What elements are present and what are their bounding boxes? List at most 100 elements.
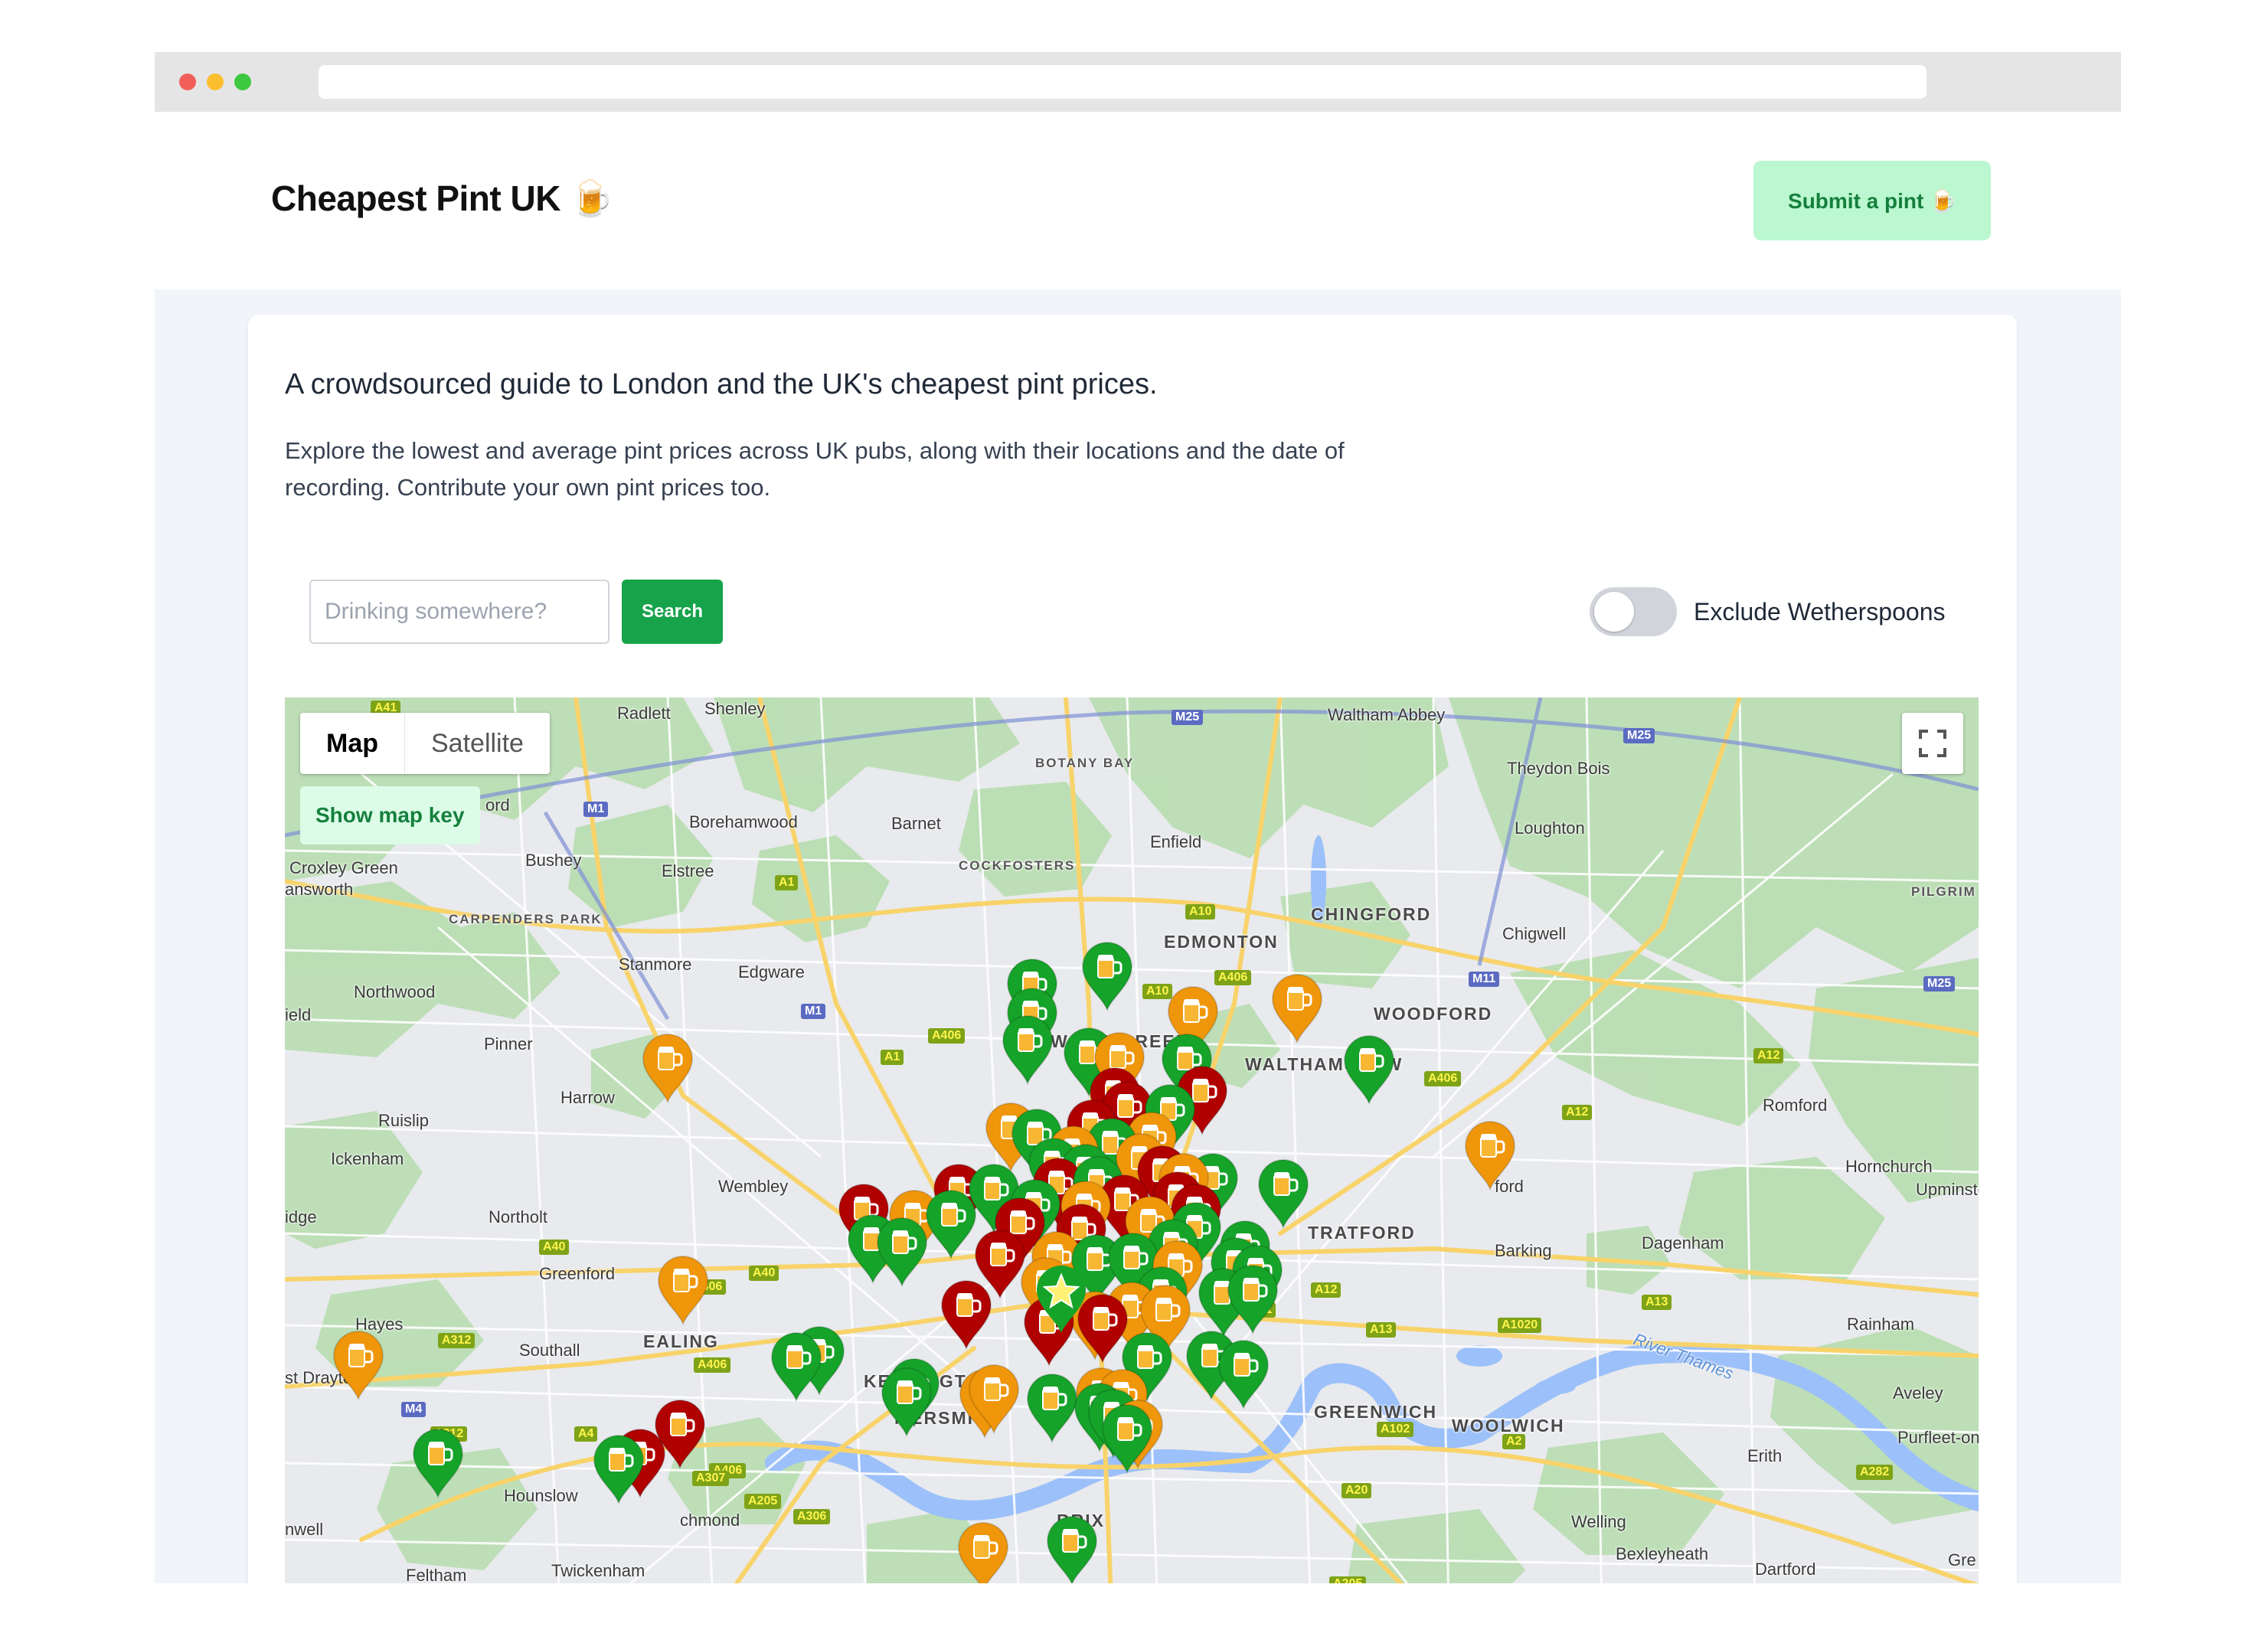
road-shield: A406 xyxy=(928,1028,966,1044)
map-place-label: Loughton xyxy=(1515,818,1585,838)
beer-marker-icon xyxy=(1101,1404,1153,1474)
pub-marker[interactable] xyxy=(1462,1120,1518,1191)
road-shield: A1 xyxy=(881,1050,904,1065)
pub-marker[interactable] xyxy=(1100,1403,1155,1474)
map-place-label: BOTANY BAY xyxy=(1035,756,1135,770)
map-place-label: Rainham xyxy=(1847,1315,1915,1334)
highlighted-marker[interactable] xyxy=(1034,1264,1089,1334)
map-place-label: Wembley xyxy=(718,1177,789,1196)
map-place-label: Hornchurch xyxy=(1845,1157,1933,1176)
pub-marker[interactable] xyxy=(640,1033,695,1103)
pub-marker[interactable] xyxy=(923,1189,979,1259)
pub-marker[interactable] xyxy=(1080,941,1135,1011)
map-type-control: Map Satellite xyxy=(300,713,550,774)
beer-marker-icon xyxy=(1343,1035,1395,1105)
pub-map[interactable]: Radlett Shenley Waltham Abbey Theydon Bois B… xyxy=(285,697,1979,1583)
road-shield: A13 xyxy=(1642,1295,1672,1310)
show-map-key-button[interactable]: Show map key xyxy=(300,786,480,844)
submit-pint-button[interactable]: Submit a pint 🍺 xyxy=(1753,161,1991,240)
beer-marker-icon xyxy=(642,1034,694,1103)
close-window-button[interactable] xyxy=(179,73,196,90)
pub-marker[interactable] xyxy=(410,1428,466,1498)
map-place-label: Gre xyxy=(1948,1550,1976,1570)
road-shield: A205 xyxy=(1329,1576,1367,1583)
beer-marker-icon xyxy=(876,1217,928,1287)
road-shield: A1 xyxy=(775,875,799,890)
road-shield: A40 xyxy=(539,1240,570,1255)
map-place-label: Chigwell xyxy=(1502,924,1567,943)
beer-marker-icon xyxy=(1046,1516,1098,1583)
main-card: A crowdsourced guide to London and the U… xyxy=(248,315,2017,1583)
pub-marker[interactable] xyxy=(1000,1014,1055,1085)
site-title[interactable]: Cheapest Pint UK 🍺 xyxy=(271,178,614,220)
road-shield: A306 xyxy=(793,1509,831,1524)
map-place-label: Dagenham xyxy=(1642,1233,1724,1253)
map-place-label: Upminster xyxy=(1916,1180,1979,1199)
pub-marker[interactable] xyxy=(956,1521,1011,1583)
map-place-label: nwell xyxy=(285,1520,324,1539)
pub-marker[interactable] xyxy=(1342,1034,1397,1105)
pub-marker[interactable] xyxy=(1044,1515,1100,1583)
fullscreen-button[interactable] xyxy=(1902,713,1963,774)
main-content: A crowdsourced guide to London and the U… xyxy=(155,289,2121,1583)
exclude-wetherspoons-label[interactable]: Exclude Wetherspoons xyxy=(1694,598,1945,626)
pub-marker[interactable] xyxy=(591,1434,646,1504)
pub-marker[interactable] xyxy=(331,1330,386,1400)
pub-marker[interactable] xyxy=(939,1279,994,1350)
pub-marker[interactable] xyxy=(966,1364,1021,1434)
map-place-label: WOOLWICH xyxy=(1452,1416,1565,1436)
exclude-wetherspoons-toggle[interactable] xyxy=(1590,587,1677,636)
map-place-label: COCKFOSTERS xyxy=(959,858,1076,873)
map-place-label: Theydon Bois xyxy=(1507,759,1610,778)
map-place-label: Waltham Abbey xyxy=(1328,705,1446,724)
road-shield: A40 xyxy=(749,1266,779,1281)
intro-headline: A crowdsourced guide to London and the U… xyxy=(285,368,1158,400)
road-shield: A406 xyxy=(1424,1071,1462,1086)
map-place-label: Northolt xyxy=(489,1207,548,1227)
map-place-label: GREENWICH xyxy=(1314,1402,1438,1422)
road-shield: A12 xyxy=(1311,1282,1342,1298)
pub-marker[interactable] xyxy=(1225,1264,1280,1334)
pub-marker[interactable] xyxy=(879,1367,934,1437)
road-shield: A282 xyxy=(1856,1465,1894,1480)
beer-marker-icon xyxy=(925,1190,977,1259)
pub-marker[interactable] xyxy=(1256,1158,1311,1229)
search-input[interactable] xyxy=(309,580,609,644)
map-place-label: Bushey xyxy=(525,851,582,870)
map-place-label: ield xyxy=(285,1005,312,1024)
road-shield: M4 xyxy=(401,1402,426,1417)
map-place-label: Erith xyxy=(1747,1446,1783,1465)
maximize-window-button[interactable] xyxy=(234,73,251,90)
map-place-label: Feltham xyxy=(406,1566,467,1583)
road-shield: A205 xyxy=(744,1494,782,1509)
road-shield: A102 xyxy=(1377,1422,1414,1437)
road-shield: M1 xyxy=(583,802,609,817)
pub-marker[interactable] xyxy=(655,1255,711,1325)
beer-marker-icon xyxy=(412,1429,464,1498)
beer-marker-icon xyxy=(940,1280,992,1350)
map-place-label: CARPENDERS PARK xyxy=(449,912,603,926)
pub-marker[interactable] xyxy=(874,1217,930,1287)
map-place-label: Twickenham xyxy=(551,1561,645,1580)
map-place-label: Greenford xyxy=(539,1264,616,1283)
map-place-label: Purfleet-on-Thames xyxy=(1897,1428,1979,1447)
map-place-label: idge xyxy=(285,1207,317,1227)
map-place-label: Edgware xyxy=(738,962,805,982)
site-header: Cheapest Pint UK 🍺 Submit a pint 🍺 xyxy=(155,112,2121,289)
beer-marker-icon xyxy=(1464,1121,1516,1191)
pub-marker[interactable] xyxy=(1270,973,1325,1044)
minimize-window-button[interactable] xyxy=(207,73,224,90)
map-place-label: Hounslow xyxy=(504,1486,578,1505)
road-shield: A10 xyxy=(1185,904,1216,920)
address-bar[interactable] xyxy=(319,65,1926,99)
road-shield: A406 xyxy=(1214,970,1252,985)
search-button[interactable]: Search xyxy=(622,580,723,644)
pub-marker[interactable] xyxy=(769,1331,824,1402)
road-shield: A12 xyxy=(1753,1048,1784,1063)
map-place-label: Barnet xyxy=(891,814,941,833)
map-type-satellite-button[interactable]: Satellite xyxy=(405,713,550,774)
map-place-label: Enfield xyxy=(1150,832,1202,851)
map-type-map-button[interactable]: Map xyxy=(300,713,405,774)
pub-marker[interactable] xyxy=(1216,1339,1271,1410)
beer-marker-icon xyxy=(1271,974,1323,1044)
